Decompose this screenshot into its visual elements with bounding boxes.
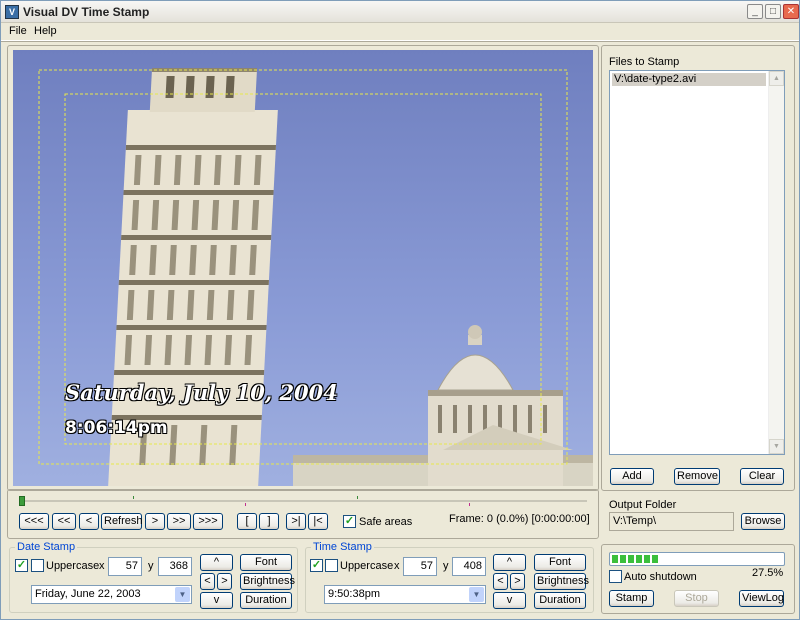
maximize-icon[interactable]: □ [765,4,781,19]
date-x-label: x [99,560,105,572]
date-move-up-button[interactable]: ^ [200,554,233,571]
time-y-field[interactable]: 408 [452,557,486,576]
video-preview[interactable]: Saturday, July 10, 2004 8:06:14pm [13,50,593,486]
safe-areas-label: Safe areas [359,516,413,528]
auto-shutdown-label: Auto shutdown [624,571,697,583]
dropdown-arrow-icon[interactable]: ▼ [469,587,484,602]
close-icon[interactable]: ✕ [783,4,799,19]
checkmark-icon: ✓ [16,559,27,571]
add-button[interactable]: Add [610,468,654,485]
date-font-button[interactable]: Font [240,554,292,571]
time-overlay: 8:06:14pm [65,418,168,438]
time-enable-checkbox[interactable]: ✓ [310,559,323,572]
minimize-icon[interactable]: _ [747,4,763,19]
time-move-up-button[interactable]: ^ [493,554,526,571]
browse-button[interactable]: Browse [741,513,785,530]
app-icon: V [5,5,19,19]
seek-forward-button[interactable]: > [145,513,165,530]
time-uppercase-label: Uppercase [340,560,394,572]
progress-segment [620,555,626,563]
time-format-select[interactable]: 9:50:38pm ▼ [324,585,486,604]
date-brightness-button[interactable]: Brightness [240,573,295,590]
date-move-down-button[interactable]: v [200,592,233,609]
scroll-up-icon[interactable]: ▲ [769,71,784,86]
time-stamp-label: Time Stamp [311,541,374,553]
time-duration-button[interactable]: Duration [534,592,586,609]
date-move-right-button[interactable]: > [217,573,232,590]
time-x-field[interactable]: 57 [403,557,437,576]
viewlog-button[interactable]: ViewLog [739,590,784,607]
date-stamp-label: Date Stamp [15,541,78,553]
stop-button[interactable]: Stop [674,590,719,607]
checkmark-icon: ✓ [344,515,355,527]
menu-help[interactable]: Help [34,25,57,37]
output-folder-label: Output Folder [609,499,677,511]
date-uppercase-checkbox[interactable] [31,559,44,572]
date-uppercase-label: Uppercase [46,560,100,572]
go-out-button[interactable]: >| [286,513,306,530]
seek-back-button[interactable]: < [79,513,99,530]
date-y-label: y [148,560,154,572]
mark-out-button[interactable]: ] [259,513,279,530]
time-move-right-button[interactable]: > [510,573,525,590]
frame-info: Frame: 0 (0.0%) [0:00:00:00] [449,513,590,525]
date-format-value: Friday, June 22, 2003 [35,588,141,600]
seek-end-button[interactable]: >>> [193,513,223,530]
menu-bar: File Help [1,23,799,41]
date-y-field[interactable]: 368 [158,557,192,576]
progress-segment [652,555,658,563]
time-brightness-button[interactable]: Brightness [534,573,589,590]
auto-shutdown-checkbox[interactable] [609,570,622,583]
list-item[interactable]: V:\date-type2.avi [612,73,766,86]
title-bar[interactable]: V Visual DV Time Stamp _ □ ✕ [1,1,799,23]
files-label: Files to Stamp [609,56,680,68]
seek-forward-big-button[interactable]: >> [167,513,191,530]
scroll-down-icon[interactable]: ▼ [769,439,784,454]
progress-segment [644,555,650,563]
slider-thumb[interactable] [19,496,25,506]
mark-in-button[interactable]: [ [237,513,257,530]
remove-button[interactable]: Remove [674,468,720,485]
output-folder-field[interactable]: V:\Temp\ [609,512,734,531]
stamp-button[interactable]: Stamp [609,590,654,607]
progress-percent: 27.5% [752,567,784,579]
clear-button[interactable]: Clear [740,468,784,485]
safe-areas-checkbox[interactable]: ✓ [343,515,356,528]
progress-segment [612,555,618,563]
date-x-field[interactable]: 57 [108,557,142,576]
dropdown-arrow-icon[interactable]: ▼ [175,587,190,602]
timeline-slider[interactable] [19,496,587,506]
progress-segment [636,555,642,563]
menu-file[interactable]: File [9,25,27,37]
time-format-value: 9:50:38pm [328,588,380,600]
checkmark-icon: ✓ [311,559,322,571]
go-in-button[interactable]: |< [308,513,328,530]
date-enable-checkbox[interactable]: ✓ [15,559,28,572]
time-font-button[interactable]: Font [534,554,586,571]
refresh-button[interactable]: Refresh [101,513,143,530]
files-list[interactable]: V:\date-type2.avi ▲ ▼ [609,70,785,455]
seek-start-button[interactable]: <<< [19,513,49,530]
progress-bar [609,552,785,566]
time-y-label: y [443,560,449,572]
files-scrollbar[interactable]: ▲ ▼ [768,71,784,454]
date-move-left-button[interactable]: < [200,573,215,590]
date-format-select[interactable]: Friday, June 22, 2003 ▼ [31,585,192,604]
date-duration-button[interactable]: Duration [240,592,292,609]
time-x-label: x [394,560,400,572]
progress-segment [628,555,634,563]
date-overlay: Saturday, July 10, 2004 [65,380,338,405]
time-move-left-button[interactable]: < [493,573,508,590]
main-window: V Visual DV Time Stamp _ □ ✕ File Help S… [0,0,800,620]
time-move-down-button[interactable]: v [493,592,526,609]
seek-back-big-button[interactable]: << [52,513,76,530]
time-uppercase-checkbox[interactable] [325,559,338,572]
window-title: Visual DV Time Stamp [23,5,150,19]
